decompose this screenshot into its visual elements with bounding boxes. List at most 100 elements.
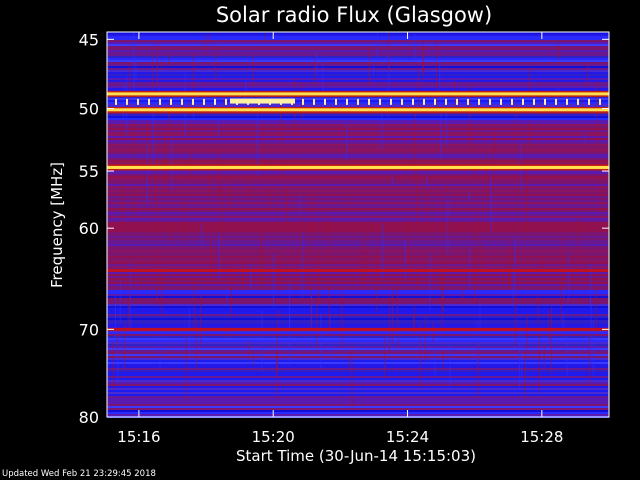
spectrogram-streak <box>388 32 390 72</box>
spectrogram-row <box>107 290 609 292</box>
spectrogram-streak <box>443 253 445 313</box>
spectrogram-row <box>107 74 609 76</box>
spectrogram-row <box>107 286 609 288</box>
spectrogram-streak <box>419 323 421 389</box>
spectrogram-streak <box>365 231 367 282</box>
spectrogram-streak <box>223 95 225 105</box>
spectrogram-streak <box>261 234 263 289</box>
spectrogram-row <box>107 352 609 354</box>
spectrogram-streak <box>476 211 478 258</box>
spectrogram-row <box>107 62 609 64</box>
spectrogram-row <box>107 118 609 120</box>
spectrogram-row <box>107 366 609 368</box>
spectrogram-streak <box>368 47 370 85</box>
spectrogram-row <box>107 308 609 310</box>
interference-spike <box>423 98 425 105</box>
spectrogram-streak <box>272 254 274 308</box>
spectrogram-streak <box>112 341 114 390</box>
spectrogram-streak <box>524 350 526 398</box>
spectrogram-row <box>107 40 609 42</box>
spectrogram-row <box>107 350 609 352</box>
spectrogram-streak <box>432 322 434 342</box>
spectrogram-streak <box>218 233 220 280</box>
spectrogram-row <box>107 58 609 60</box>
interference-spike <box>379 98 381 105</box>
spectrogram-streak <box>548 309 550 342</box>
interference-spike <box>126 98 128 105</box>
spectrogram-row <box>107 128 609 130</box>
spectrogram-row <box>107 254 609 256</box>
spectrogram-streak <box>477 342 479 398</box>
spectrogram-streak <box>155 170 157 235</box>
spectrogram-row <box>107 246 609 248</box>
spectrogram-streak <box>301 231 303 298</box>
spectrogram-streak <box>560 283 562 322</box>
spectrogram-row <box>107 372 609 374</box>
spectrogram-row <box>107 70 609 72</box>
spectrogram-streak <box>146 143 148 205</box>
spectrogram-streak <box>389 294 391 354</box>
spectrogram-row <box>107 252 609 254</box>
spectrogram-row <box>107 66 609 68</box>
spectrogram-image <box>107 32 609 418</box>
spectrogram-streak <box>518 328 520 388</box>
spectrogram-row <box>107 72 609 74</box>
spectrogram-streak <box>200 295 202 345</box>
spectrogram-streak <box>425 316 427 363</box>
spectrogram-row <box>107 142 609 144</box>
spectrogram-row <box>107 258 609 260</box>
spectrogram-streak <box>249 173 251 201</box>
spectrogram-row <box>107 274 609 276</box>
interference-spike <box>170 98 172 105</box>
spectrogram-streak <box>515 99 517 142</box>
spectrogram-row <box>107 182 609 184</box>
spectrogram-streak <box>539 329 541 393</box>
spectrogram-row <box>107 368 609 370</box>
interference-spike <box>346 98 348 105</box>
spectrogram-streak <box>526 314 528 350</box>
spectrogram-streak <box>218 120 220 137</box>
spectrogram-streak <box>123 82 125 121</box>
spectrogram-row <box>107 410 609 412</box>
spectrogram-row <box>107 176 609 178</box>
spectrogram-row <box>107 124 609 126</box>
spectrogram-row <box>107 156 609 158</box>
interference-spike <box>445 98 447 105</box>
spectrogram-streak <box>151 51 153 90</box>
spectrogram-row <box>107 162 609 164</box>
spectrogram-streak <box>348 354 350 368</box>
interference-spike <box>357 98 359 105</box>
spectrogram-row <box>107 190 609 192</box>
spectrogram-streak <box>542 254 544 270</box>
interference-spike <box>566 98 568 105</box>
spectrogram-streak <box>168 53 170 67</box>
spectrogram-streak <box>269 188 271 210</box>
bright-segment <box>230 98 295 104</box>
y-tick-label: 55 <box>79 162 99 181</box>
spectrogram-row <box>107 158 609 160</box>
spectrogram-row <box>107 320 609 322</box>
spectrogram-streak <box>351 343 353 410</box>
spectrogram-streak <box>170 221 172 245</box>
spectrogram-streak <box>404 240 406 279</box>
spectrogram-streak <box>252 55 254 86</box>
spectrogram-streak <box>590 298 592 365</box>
spectrogram-row <box>107 224 609 226</box>
spectrogram-row <box>107 266 609 268</box>
spectrogram-streak <box>279 258 281 292</box>
spectrogram-row <box>107 154 609 156</box>
spectrogram-streak <box>341 290 343 349</box>
spectrogram-row <box>107 278 609 280</box>
spectrogram-row <box>107 232 609 234</box>
bright-band <box>107 108 609 112</box>
spectrogram-row <box>107 180 609 182</box>
spectrogram-row <box>107 218 609 220</box>
spectrogram-row <box>107 130 609 132</box>
spectrogram-row <box>107 380 609 382</box>
spectrogram-streak <box>397 337 399 350</box>
spectrogram-streak <box>210 239 212 253</box>
spectrogram-row <box>107 384 609 386</box>
moderate-band <box>107 269 609 273</box>
spectrogram-streak <box>425 173 427 190</box>
spectrogram-row <box>107 202 609 204</box>
